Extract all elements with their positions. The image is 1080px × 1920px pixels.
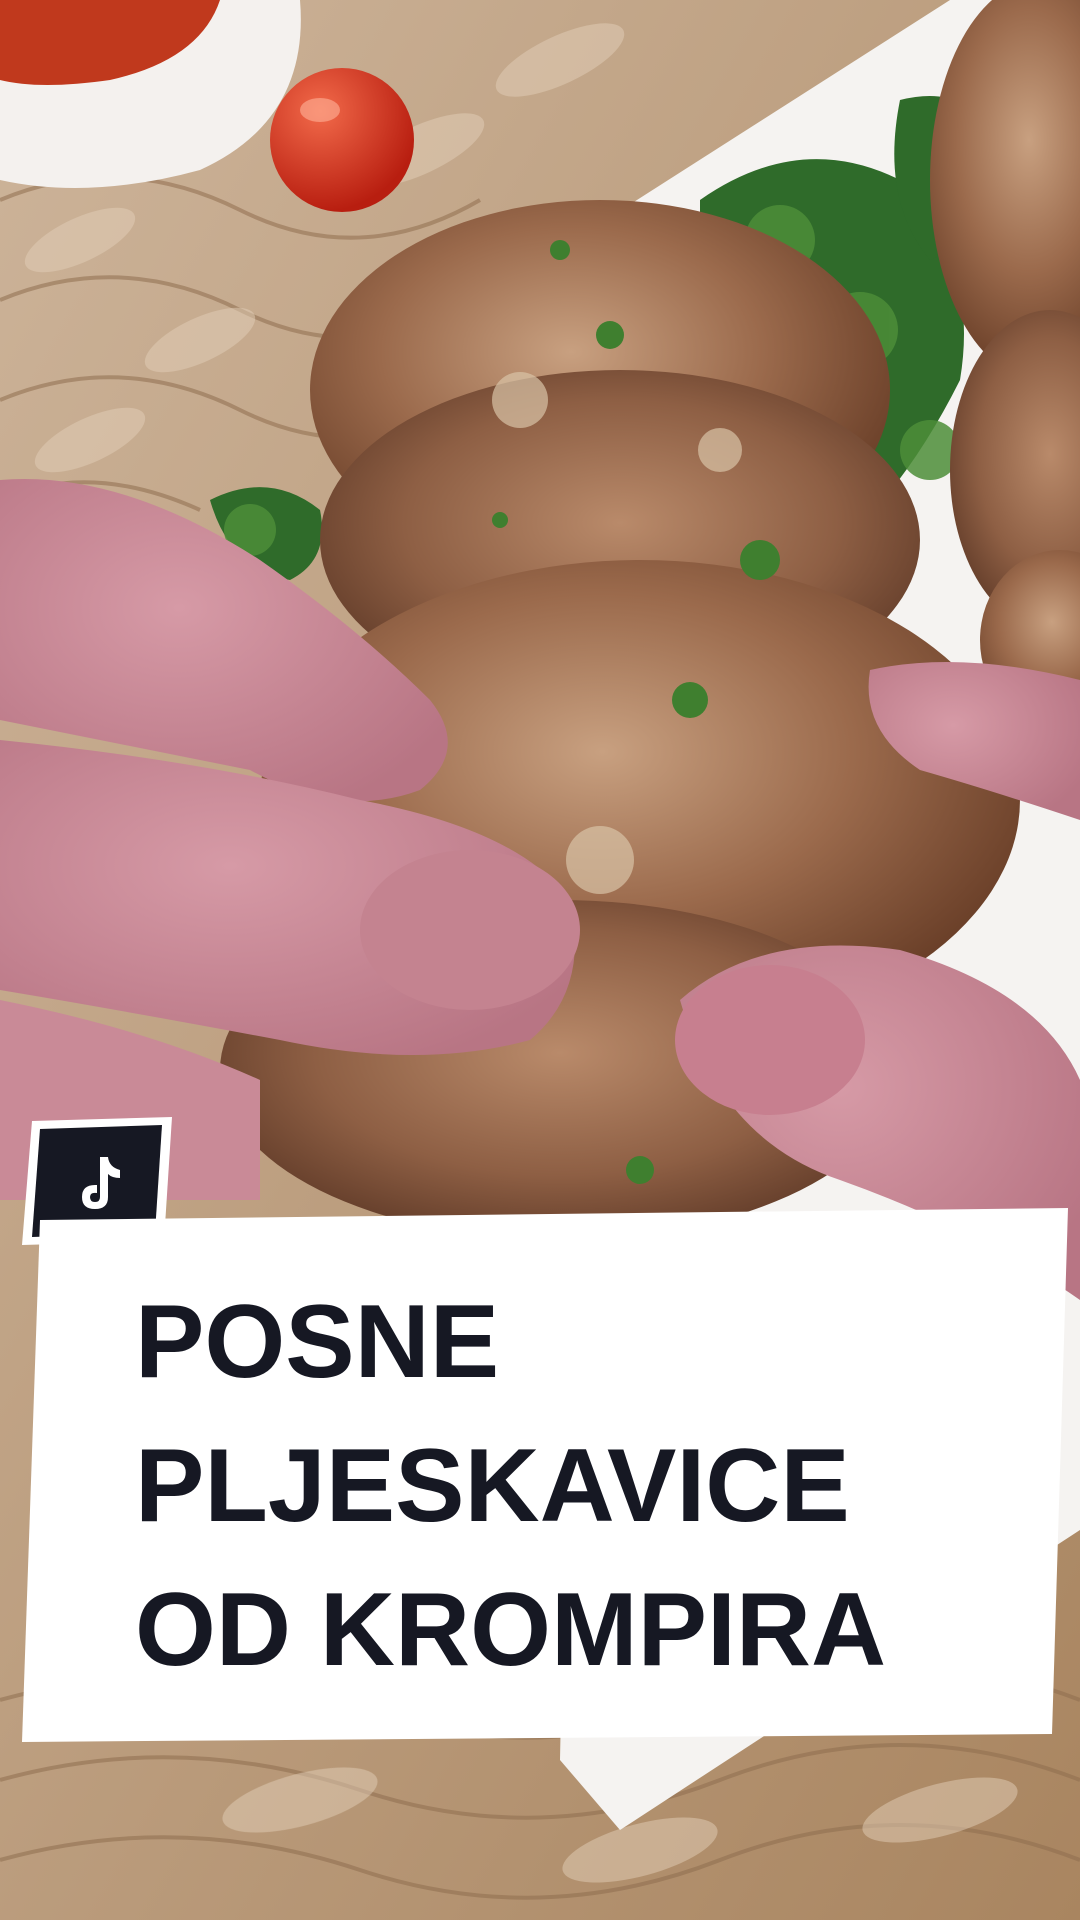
video-title: POSNE PLJESKAVICE OD KROMPIRA: [135, 1270, 1035, 1702]
title-line-2: PLJESKAVICE: [135, 1428, 850, 1544]
title-line-1: POSNE: [135, 1284, 500, 1400]
title-line-3: OD KROMPIRA: [135, 1572, 887, 1688]
video-frame: POSNE PLJESKAVICE OD KROMPIRA: [0, 0, 1080, 1920]
